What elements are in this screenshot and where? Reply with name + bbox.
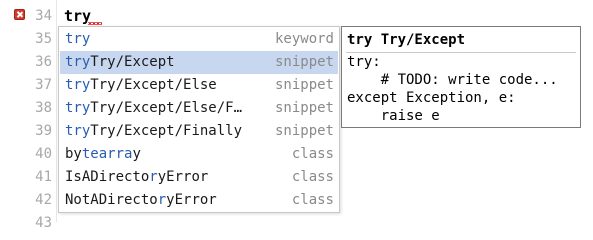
completion-item-bytearray[interactable]: bytearray class [60, 143, 338, 166]
autocomplete-popup[interactable]: try keyword tryTry/Except snippet tryTry… [58, 26, 340, 213]
match-text: try [65, 54, 91, 70]
label-text: by [65, 146, 82, 162]
rest-text: Try/Except/Else/F… [90, 100, 243, 116]
line-number: 43 [35, 215, 52, 231]
completion-item-try-except-else[interactable]: tryTry/Except/Else snippet [60, 74, 338, 97]
gutter-divider [56, 0, 57, 222]
completion-item-type: snippet [274, 123, 334, 139]
rest-text: Try/Except [90, 54, 175, 70]
match-text: r [149, 169, 158, 185]
completion-item-type: class [291, 146, 334, 162]
completion-item-type: class [291, 169, 334, 185]
label-text: y [132, 146, 141, 162]
completion-item-label: tryTry/Except [65, 51, 175, 74]
line-number: 38 [35, 100, 52, 116]
label-text: IsADirecto [65, 169, 150, 185]
match-text: try [65, 77, 91, 93]
label-text: NotADirecto [65, 192, 158, 208]
doc-code-line: raise e [347, 108, 440, 124]
line-number: 37 [35, 77, 52, 93]
error-underline [88, 22, 102, 25]
doc-title: try Try/Except [347, 32, 466, 48]
line-number: 41 [35, 169, 52, 185]
completion-item-try-except-finally[interactable]: tryTry/Except/Finally snippet [60, 120, 338, 143]
completion-item-notadirectoryerror[interactable]: NotADirectoryError class [60, 189, 338, 212]
completion-item-try-keyword[interactable]: try keyword [60, 28, 338, 51]
completion-item-label: tryTry/Except/Else/F… [65, 97, 242, 120]
completion-item-label: IsADirectoryError [65, 166, 208, 189]
completion-item-try-except[interactable]: tryTry/Except snippet [60, 51, 338, 74]
completion-item-label: tryTry/Except/Else [65, 74, 217, 97]
match-text: r [157, 192, 167, 208]
rest-text: Try/Except/Else [90, 77, 217, 93]
completion-item-label: NotADirectoryError [65, 189, 217, 212]
doc-code-line: try: [347, 54, 381, 70]
match-text: try [65, 123, 91, 139]
completion-item-label: try [65, 31, 91, 47]
completion-item-label: bytearray [65, 143, 141, 166]
line-number: 39 [35, 123, 52, 139]
completion-item-isadirectoryerror[interactable]: IsADirectoryError class [60, 166, 338, 189]
label-text: yError [166, 192, 217, 208]
line-number: 40 [35, 146, 52, 162]
completion-item-try-except-else-finally[interactable]: tryTry/Except/Else/F… snippet [60, 97, 338, 120]
line-number: 34 [35, 8, 52, 24]
completion-item-label: tryTry/Except/Finally [65, 120, 242, 143]
completion-item-type: keyword [274, 31, 334, 47]
line-number: 35 [35, 31, 52, 47]
line-number: 36 [35, 54, 52, 70]
doc-code-line: except Exception, e: [347, 90, 516, 106]
rest-text: Try/Except/Finally [90, 123, 243, 139]
documentation-popup: try Try/Except try: # TODO: write code..… [341, 26, 581, 128]
completion-item-type: snippet [274, 54, 334, 70]
completion-item-type: snippet [274, 100, 334, 116]
line-number: 42 [35, 192, 52, 208]
completion-item-type: snippet [274, 77, 334, 93]
match-text: try [65, 100, 91, 116]
label-text: yError [157, 169, 209, 185]
doc-code-line: # TODO: write code... [347, 72, 558, 88]
match-text: tearra [81, 146, 133, 162]
completion-item-type: class [291, 192, 334, 208]
